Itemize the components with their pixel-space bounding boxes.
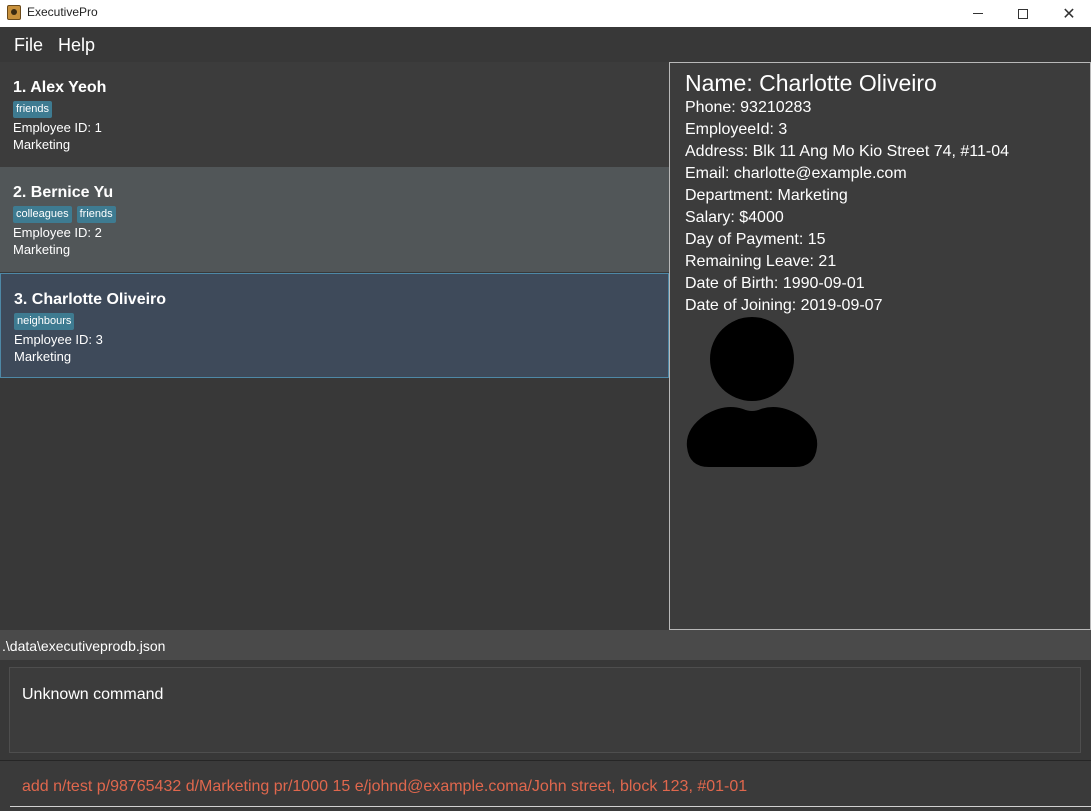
person-name: 2. Bernice Yu — [13, 184, 114, 201]
detail-phone: Phone: 93210283 — [685, 99, 812, 116]
data-file-path: .\data\executiveprodb.json — [2, 638, 166, 654]
maximize-button[interactable] — [1000, 0, 1046, 27]
person-card-selected[interactable]: 3. Charlotte Oliveiro neighbours Employe… — [0, 273, 669, 378]
person-name: 3. Charlotte Oliveiro — [14, 291, 167, 308]
app-icon — [7, 5, 21, 20]
result-display[interactable]: Unknown command — [9, 667, 1081, 753]
menu-help[interactable]: Help — [58, 35, 95, 56]
window-title: ExecutivePro — [27, 5, 98, 19]
command-box — [0, 760, 1091, 811]
detail-salary: Salary: $4000 — [685, 209, 784, 226]
department: Marketing — [13, 242, 71, 257]
close-icon: ✕ — [1062, 3, 1076, 23]
employee-id: Employee ID: 2 — [13, 225, 102, 240]
department: Marketing — [14, 349, 72, 364]
menu-bar: File Help — [0, 27, 1091, 62]
person-silhouette-icon — [686, 317, 818, 467]
department: Marketing — [13, 137, 71, 152]
detail-remaining-leave: Remaining Leave: 21 — [685, 253, 837, 270]
status-bar: .\data\executiveprodb.json — [0, 630, 1091, 660]
tag-list: friends — [13, 101, 53, 118]
employee-id: Employee ID: 1 — [13, 120, 102, 135]
detail-day-of-payment: Day of Payment: 15 — [685, 231, 826, 248]
tag: neighbours — [14, 313, 75, 330]
detail-date-of-birth: Date of Birth: 1990-09-01 — [685, 275, 865, 292]
minimize-icon — [973, 13, 983, 14]
title-bar: ExecutivePro ✕ — [0, 0, 1091, 27]
tag: colleagues — [13, 206, 72, 223]
employee-id: Employee ID: 3 — [14, 332, 103, 347]
person-name: 1. Alex Yeoh — [13, 79, 107, 96]
detail-email: Email: charlotte@example.com — [685, 165, 907, 182]
detail-employee-id: EmployeeId: 3 — [685, 121, 788, 138]
tag-list: colleagues friends — [13, 206, 116, 223]
tag: friends — [76, 206, 116, 223]
detail-address: Address: Blk 11 Ang Mo Kio Street 74, #1… — [685, 143, 1010, 160]
minimize-button[interactable] — [955, 0, 1001, 27]
close-button[interactable]: ✕ — [1046, 0, 1091, 27]
detail-department: Department: Marketing — [685, 187, 848, 204]
person-list: 1. Alex Yeoh friends Employee ID: 1 Mark… — [0, 62, 669, 630]
tag-list: neighbours — [14, 313, 75, 330]
command-input[interactable] — [10, 767, 1091, 807]
person-detail-panel: Name: Charlotte Oliveiro Phone: 93210283… — [669, 62, 1091, 630]
maximize-icon — [1018, 8, 1028, 19]
tag: friends — [13, 101, 53, 118]
person-card[interactable]: 1. Alex Yeoh friends Employee ID: 1 Mark… — [0, 62, 669, 167]
detail-name: Name: Charlotte Oliveiro — [685, 70, 937, 96]
menu-file[interactable]: File — [14, 35, 43, 56]
result-display-area: Unknown command — [0, 660, 1091, 760]
result-message: Unknown command — [22, 686, 164, 703]
person-card[interactable]: 2. Bernice Yu colleagues friends Employe… — [0, 167, 669, 272]
detail-date-of-joining: Date of Joining: 2019-09-07 — [685, 297, 883, 314]
